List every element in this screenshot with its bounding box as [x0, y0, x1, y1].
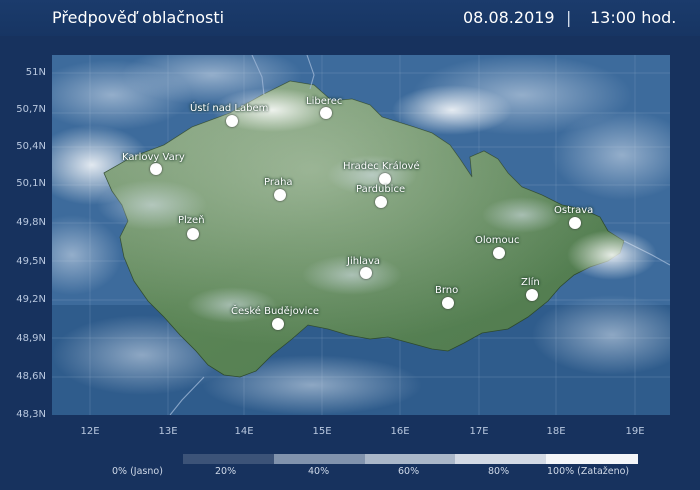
- lat-label: 49,5N: [16, 256, 46, 267]
- city-marker-plzen[interactable]: [187, 228, 199, 240]
- city-label-ceske-budejovice: České Budějovice: [231, 306, 320, 317]
- lat-label: 49,2N: [16, 294, 46, 305]
- lon-label: 18E: [546, 426, 566, 437]
- city-label-pardubice: Pardubice: [356, 184, 406, 195]
- city-marker-zlin[interactable]: [526, 289, 538, 301]
- legend-label: 20%: [215, 466, 237, 477]
- city-marker-ostrava[interactable]: [569, 217, 581, 229]
- city-label-jihlava: Jihlava: [347, 256, 381, 267]
- city-label-karlovy-vary: Karlovy Vary: [122, 152, 185, 163]
- lon-label: 16E: [390, 426, 410, 437]
- lat-label: 50,1N: [16, 178, 46, 189]
- city-marker-karlovy-vary[interactable]: [150, 163, 162, 175]
- lat-label: 50,7N: [16, 104, 46, 115]
- header-separator: |: [566, 8, 572, 27]
- lon-label: 12E: [80, 426, 100, 437]
- city-marker-usti-nad-labem[interactable]: [226, 115, 238, 127]
- city-label-usti-nad-labem: Ústí nad Labem: [190, 103, 269, 114]
- legend-label: 80%: [488, 466, 510, 477]
- city-marker-ceske-budejovice[interactable]: [272, 318, 284, 330]
- lat-label: 48,9N: [16, 333, 46, 344]
- city-label-hradec-kralove: Hradec Králové: [343, 161, 420, 172]
- legend-swatch-2: [365, 454, 455, 464]
- city-marker-liberec[interactable]: [320, 107, 332, 119]
- city-label-praha: Praha: [264, 177, 293, 188]
- cloud-map[interactable]: [52, 55, 670, 415]
- lat-label: 48,3N: [16, 409, 46, 420]
- lon-label: 14E: [234, 426, 254, 437]
- legend-label: 100% (Zataženo): [547, 466, 630, 477]
- legend-label: 40%: [308, 466, 330, 477]
- header-bar: Předpověď oblačnosti 08.08.2019 | 13:00 …: [0, 0, 700, 36]
- forecast-time: 13:00 hod.: [590, 8, 677, 27]
- city-label-liberec: Liberec: [306, 96, 343, 107]
- city-marker-brno[interactable]: [442, 297, 454, 309]
- city-marker-olomouc[interactable]: [493, 247, 505, 259]
- lat-label: 51N: [25, 67, 46, 78]
- city-marker-praha[interactable]: [274, 189, 286, 201]
- city-label-brno: Brno: [435, 285, 459, 296]
- lat-label: 49,8N: [16, 217, 46, 228]
- legend-swatch-4: [546, 454, 638, 464]
- lon-label: 15E: [312, 426, 332, 437]
- lon-label: 19E: [625, 426, 645, 437]
- city-label-plzen: Plzeň: [178, 215, 205, 226]
- legend-label: 60%: [398, 466, 420, 477]
- legend-swatch-3: [455, 454, 546, 464]
- forecast-date: 08.08.2019: [463, 8, 555, 27]
- lat-label: 48,6N: [16, 371, 46, 382]
- map-graphic: [52, 55, 670, 415]
- legend-swatch-1: [274, 454, 365, 464]
- city-label-ostrava: Ostrava: [554, 205, 594, 216]
- lat-label: 50,4N: [16, 141, 46, 152]
- city-marker-jihlava[interactable]: [360, 267, 372, 279]
- legend-label: 0% (Jasno): [112, 466, 163, 477]
- lon-label: 17E: [469, 426, 489, 437]
- page-title: Předpověď oblačnosti: [52, 8, 225, 27]
- lon-label: 13E: [158, 426, 178, 437]
- city-label-zlin: Zlín: [521, 277, 540, 288]
- city-label-olomouc: Olomouc: [475, 235, 520, 246]
- legend-swatch-0: [183, 454, 274, 464]
- city-marker-pardubice[interactable]: [375, 196, 387, 208]
